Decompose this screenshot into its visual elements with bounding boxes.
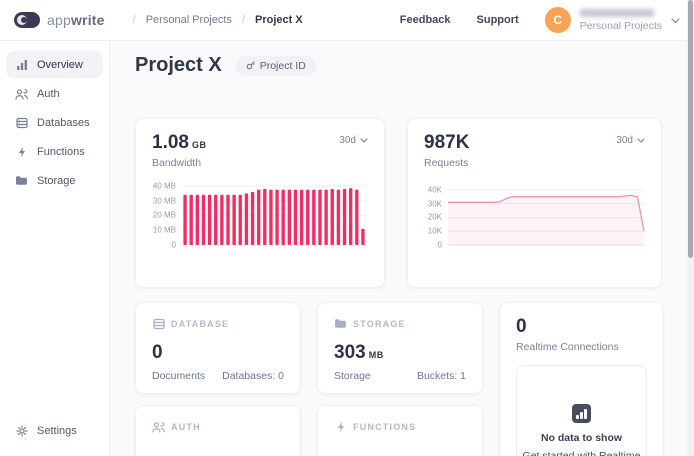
sidebar-item-auth[interactable]: Auth: [6, 80, 103, 107]
functions-card[interactable]: Functions: [317, 405, 483, 456]
empty-state-title: No data to show: [541, 432, 622, 444]
sidebar-item-databases[interactable]: Databases: [6, 109, 103, 136]
bandwidth-chart: 40 MB30 MB20 MB10 MB0: [152, 183, 368, 245]
database-icon: [152, 317, 165, 330]
chevron-down-icon: [637, 138, 645, 143]
project-id-icon: [246, 61, 255, 70]
functions-category-label: Functions: [353, 422, 416, 432]
databases-meta: Databases: 0: [222, 370, 284, 382]
sidebar-item-functions[interactable]: Functions: [6, 138, 103, 165]
sidebar-item-label: Databases: [37, 117, 90, 129]
documents-count: 0: [152, 342, 284, 364]
requests-card: 987K Requests 30d 40K30K20K10K0: [407, 118, 662, 288]
sidebar-item-label: Overview: [37, 59, 83, 71]
bandwidth-range-dropdown[interactable]: 30d: [339, 135, 368, 146]
storage-label: Storage: [334, 370, 371, 382]
top-header: appwrite / Personal Projects / Project X…: [0, 0, 694, 41]
sidebar-item-label: Settings: [37, 425, 77, 437]
lightning-icon: [334, 420, 347, 433]
appwrite-logo-icon: [14, 12, 40, 28]
auth-category-label: Auth: [171, 422, 201, 432]
user-organization: Personal Projects: [580, 20, 662, 32]
support-link[interactable]: Support: [477, 14, 519, 26]
bandwidth-card: 1.08GB Bandwidth 30d 40 MB30 MB20 MB10 M…: [135, 118, 385, 288]
sidebar-item-label: Auth: [37, 88, 60, 100]
sidebar-item-settings[interactable]: Settings: [6, 417, 103, 444]
main-content: Project X Project ID 1.08GB Bandwidth 30…: [110, 41, 694, 456]
sidebar-item-storage[interactable]: Storage: [6, 167, 103, 194]
folder-icon: [334, 317, 347, 330]
chevron-down-icon: [360, 138, 368, 143]
breadcrumb-current[interactable]: Project X: [255, 14, 303, 26]
auth-card[interactable]: Auth: [135, 405, 301, 456]
get-started-realtime-link[interactable]: Get started with Realtime: [523, 450, 641, 456]
sidebar-item-overview[interactable]: Overview: [6, 51, 103, 78]
breadcrumb: / Personal Projects / Project X: [133, 14, 303, 26]
requests-yaxis: 40K30K20K10K0: [424, 183, 448, 245]
breadcrumb-separator: /: [242, 14, 245, 26]
requests-label: Requests: [424, 157, 469, 169]
user-name-redacted: [580, 9, 654, 17]
lightning-icon: [15, 145, 28, 158]
requests-line: [448, 183, 644, 245]
bar-chart-icon: [15, 58, 28, 71]
realtime-value: 0: [516, 317, 647, 336]
breadcrumb-parent[interactable]: Personal Projects: [146, 14, 232, 26]
appwrite-console: appwrite / Personal Projects / Project X…: [0, 0, 694, 456]
bandwidth-label: Bandwidth: [152, 157, 206, 169]
appwrite-logo[interactable]: appwrite: [14, 12, 105, 28]
realtime-empty-state: No data to show Get started with Realtim…: [516, 365, 647, 456]
avatar: C: [545, 7, 571, 33]
sidebar: Overview Auth Databases Functions Storag…: [0, 41, 110, 456]
bandwidth-yaxis: 40 MB30 MB20 MB10 MB0: [152, 183, 182, 245]
database-icon: [15, 116, 28, 129]
users-icon: [15, 87, 28, 100]
sidebar-item-label: Storage: [37, 175, 76, 187]
gear-icon: [15, 424, 28, 437]
documents-label: Documents: [152, 370, 205, 382]
chevron-down-icon: [671, 11, 680, 29]
users-icon: [152, 420, 165, 433]
project-id-badge[interactable]: Project ID: [236, 56, 316, 76]
buckets-meta: Buckets: 1: [417, 370, 466, 382]
requests-range-dropdown[interactable]: 30d: [616, 135, 645, 146]
appwrite-logo-text: appwrite: [47, 12, 105, 28]
requests-chart: 40K30K20K10K0: [424, 183, 645, 245]
realtime-label: Realtime Connections: [516, 341, 647, 353]
database-card[interactable]: Database 0 Documents Databases: 0: [135, 302, 301, 394]
realtime-card: 0 Realtime Connections No data to show G…: [499, 302, 664, 456]
storage-value: 303MB: [334, 342, 466, 364]
bar-chart-icon: [572, 404, 591, 423]
feedback-link[interactable]: Feedback: [400, 14, 451, 26]
page-scrollbar[interactable]: [687, 0, 694, 456]
storage-category-label: Storage: [353, 319, 406, 329]
folder-icon: [15, 174, 28, 187]
page-title: Project X: [135, 54, 222, 77]
requests-value: 987K: [424, 133, 469, 152]
bandwidth-value: 1.08GB: [152, 133, 206, 152]
database-category-label: Database: [171, 319, 229, 329]
user-menu[interactable]: C Personal Projects: [545, 7, 680, 33]
breadcrumb-separator: /: [133, 14, 136, 26]
sidebar-item-label: Functions: [37, 146, 85, 158]
scrollbar-thumb[interactable]: [688, 0, 693, 258]
storage-card[interactable]: Storage 303MB Storage Buckets: 1: [317, 302, 483, 394]
bandwidth-bars: [182, 183, 366, 245]
